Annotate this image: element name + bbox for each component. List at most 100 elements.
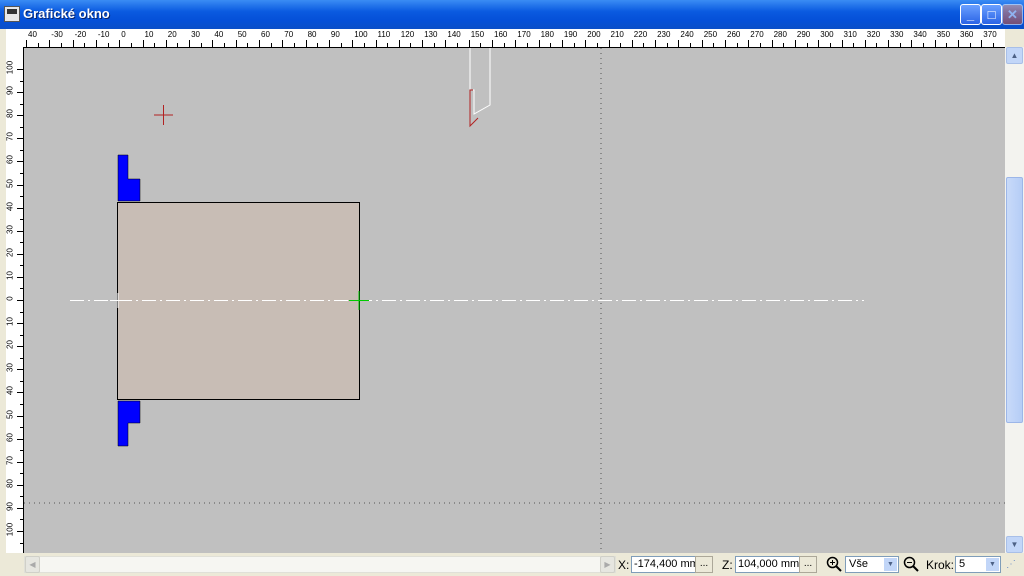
ruler-top-minor-tick (84, 43, 85, 47)
ruler-top-tick (26, 40, 27, 47)
ruler-top-tick (539, 40, 540, 47)
ruler-left-label: 10 (6, 312, 15, 332)
ruler-top-tick (96, 40, 97, 47)
ruler-top-minor-tick (201, 43, 202, 47)
ruler-top-minor-tick (527, 43, 528, 47)
ruler-left-minor-tick (20, 427, 23, 428)
ruler-top-label: 190 (564, 30, 577, 39)
ruler-left-tick (17, 485, 23, 486)
ruler-top-minor-tick (923, 43, 924, 47)
vertical-scrollbar[interactable]: ▲ ▼ (1005, 47, 1024, 553)
minimize-button[interactable]: _ (960, 4, 981, 25)
ruler-left-minor-tick (20, 404, 23, 405)
ruler-top-tick (935, 40, 936, 47)
ruler-top-minor-tick (807, 43, 808, 47)
chevron-down-icon[interactable]: ▼ (986, 558, 999, 571)
app-icon[interactable] (4, 6, 20, 22)
cutting-tool (470, 48, 490, 126)
title-bar[interactable]: Grafické okno _ □ ✕ (0, 0, 1024, 29)
horizontal-scrollbar[interactable]: ◀ ▶ (24, 556, 616, 573)
ruler-top-tick (702, 40, 703, 47)
ruler-top-label: 50 (238, 30, 247, 39)
ruler-top-minor-tick (294, 43, 295, 47)
tool-holder-outline (470, 48, 490, 114)
maximize-button[interactable]: □ (981, 4, 1002, 25)
ruler-left-tick (17, 508, 23, 509)
ruler-top-label: 220 (634, 30, 647, 39)
ruler-top: 40-30-20-1001020304050607080901001101201… (6, 29, 1005, 48)
ruler-top-tick (609, 40, 610, 47)
ruler-left-tick (17, 138, 23, 139)
ruler-top-label: 100 (354, 30, 367, 39)
ruler-top-label: 270 (750, 30, 763, 39)
ruler-top-minor-tick (364, 43, 365, 47)
chevron-down-icon[interactable]: ▼ (884, 558, 897, 571)
ruler-left-tick (17, 369, 23, 370)
x-coordinate-more-button[interactable]: ... (695, 556, 713, 573)
ruler-left-label: 100 (6, 58, 15, 78)
ruler-left-minor-tick (20, 242, 23, 243)
ruler-left-tick (17, 254, 23, 255)
zoom-out-icon[interactable] (902, 556, 920, 573)
ruler-left-minor-tick (20, 335, 23, 336)
ruler-top-tick (911, 40, 912, 47)
ruler-left-minor-tick (20, 81, 23, 82)
ruler-top-minor-tick (247, 43, 248, 47)
ruler-top-label: 30 (191, 30, 200, 39)
ruler-left-tick (17, 462, 23, 463)
ruler-left-minor-tick (20, 288, 23, 289)
ruler-left-tick (17, 231, 23, 232)
ruler-top-label: 70 (284, 30, 293, 39)
ruler-top-tick (865, 40, 866, 47)
ruler-left-tick (17, 346, 23, 347)
ruler-top-label: 240 (680, 30, 693, 39)
ruler-top-label: 260 (727, 30, 740, 39)
z-coordinate-label: Z: (722, 558, 733, 572)
chuck-jaw-top (118, 155, 140, 201)
ruler-top-tick (469, 40, 470, 47)
ruler-top-minor-tick (504, 43, 505, 47)
ruler-left-label: 50 (6, 173, 15, 193)
ruler-top-tick (515, 40, 516, 47)
scroll-up-button[interactable]: ▲ (1006, 47, 1023, 64)
ruler-top-minor-tick (410, 43, 411, 47)
ruler-left-minor-tick (20, 312, 23, 313)
scroll-right-button[interactable]: ▶ (600, 556, 615, 573)
ruler-top-label: 280 (774, 30, 787, 39)
ruler-top-minor-tick (457, 43, 458, 47)
scroll-down-button[interactable]: ▼ (1006, 536, 1023, 553)
scroll-left-button[interactable]: ◀ (25, 556, 40, 573)
ruler-top-tick (981, 40, 982, 47)
ruler-top-minor-tick (667, 43, 668, 47)
ruler-left-label: 90 (6, 81, 15, 101)
ruler-top-minor-tick (946, 43, 947, 47)
ruler-left-minor-tick (20, 543, 23, 544)
ruler-top-minor-tick (224, 43, 225, 47)
ruler-left-label: 70 (6, 127, 15, 147)
z-coordinate-more-button[interactable]: ... (799, 556, 817, 573)
drawing-canvas[interactable] (24, 48, 1005, 553)
canvas-svg[interactable] (24, 48, 1005, 553)
step-select[interactable]: 5 ▼ (955, 556, 1001, 573)
ruler-top-label: 360 (960, 30, 973, 39)
view-select[interactable]: Vše ▼ (845, 556, 899, 573)
ruler-top-minor-tick (341, 43, 342, 47)
ruler-left-label: 0 (6, 289, 15, 309)
ruler-top-minor-tick (900, 43, 901, 47)
close-button[interactable]: ✕ (1002, 4, 1023, 25)
ruler-left-label: 20 (6, 335, 15, 355)
ruler-left-label: 90 (6, 496, 15, 516)
ruler-left-minor-tick (20, 196, 23, 197)
ruler-left-tick (17, 92, 23, 93)
ruler-top-tick (492, 40, 493, 47)
ruler-left-label: 40 (6, 196, 15, 216)
resize-grip-icon[interactable]: ⋰ (1006, 559, 1020, 573)
ruler-top-tick (772, 40, 773, 47)
vertical-scroll-thumb[interactable] (1006, 177, 1023, 423)
ruler-top-tick (795, 40, 796, 47)
ruler-top-label: 40 (214, 30, 223, 39)
ruler-left-tick (17, 277, 23, 278)
ruler-left-tick (17, 392, 23, 393)
ruler-left-label: 60 (6, 427, 15, 447)
zoom-in-icon[interactable] (825, 556, 843, 573)
